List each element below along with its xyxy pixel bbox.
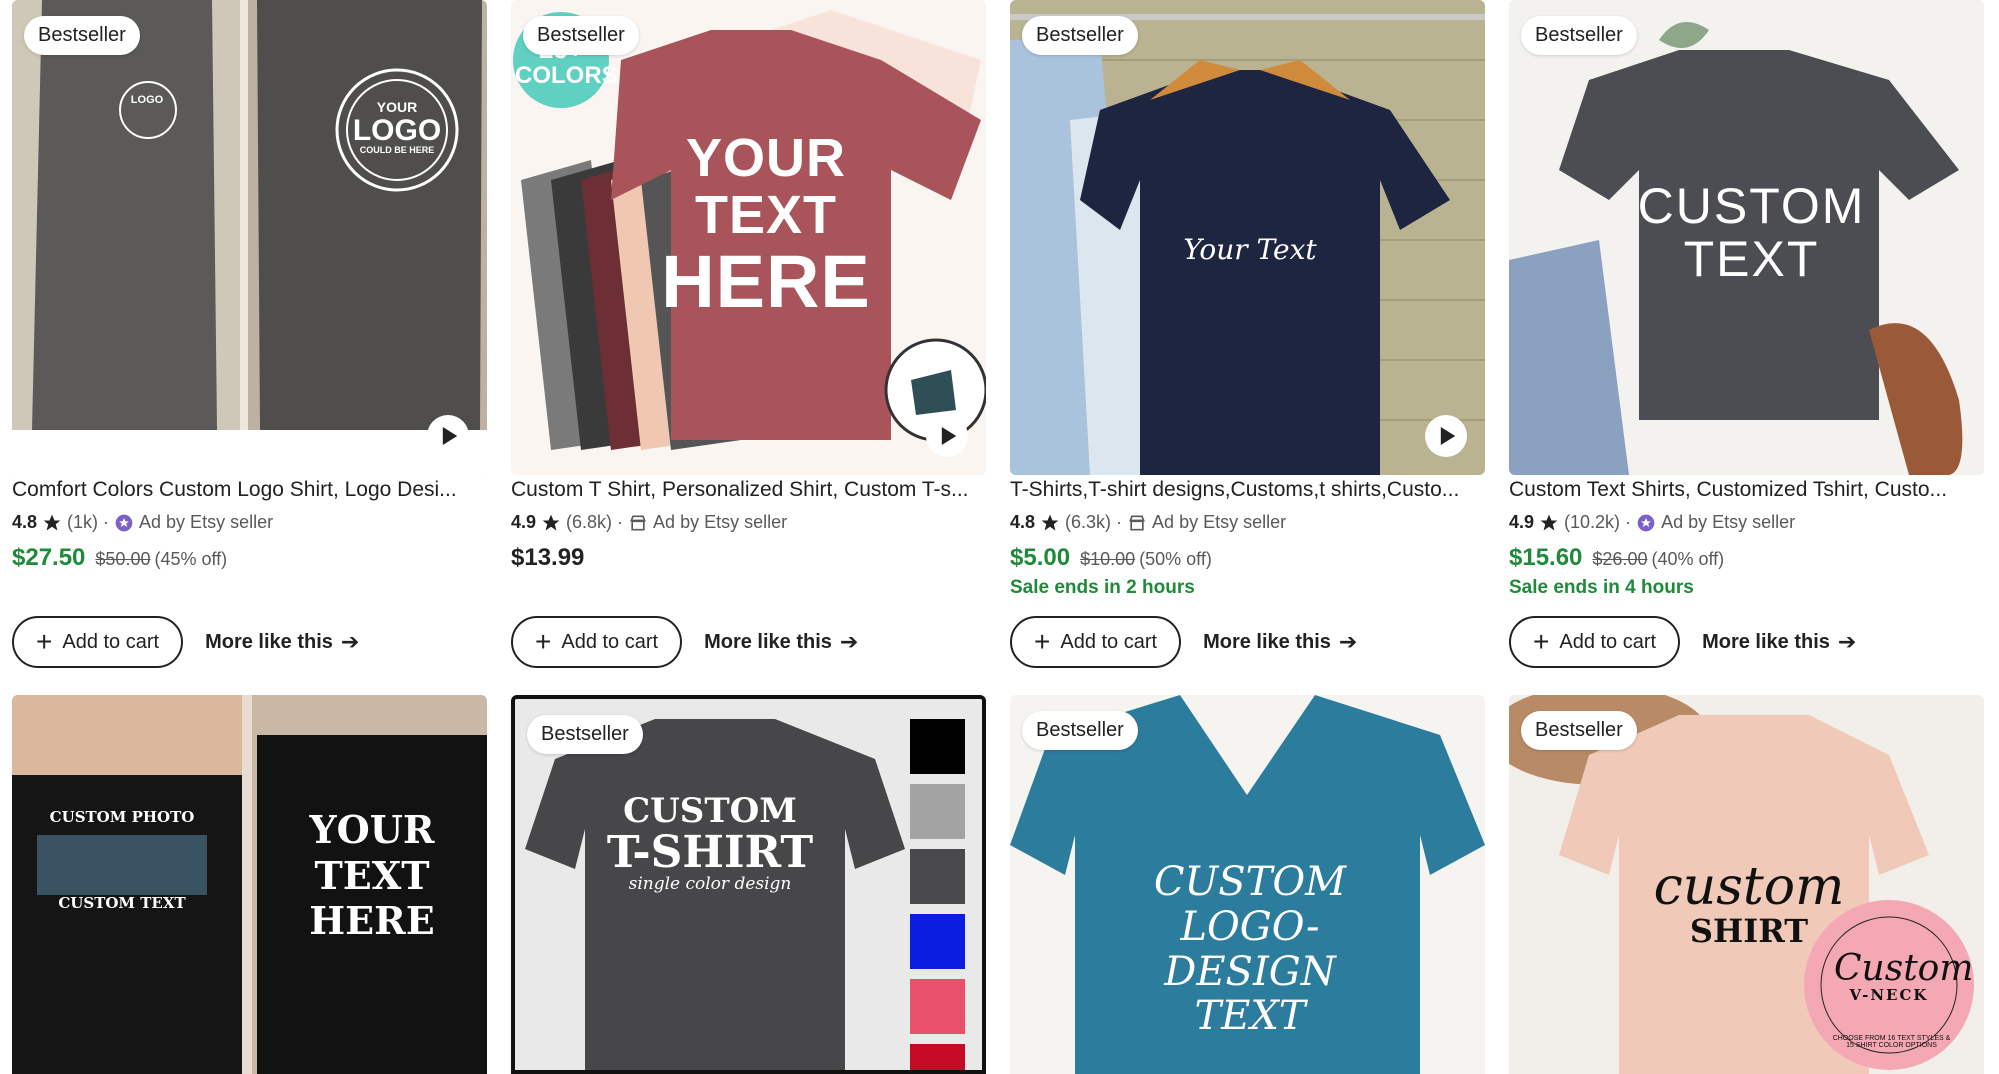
listing-image[interactable]: custom SHIRT Custom V-NECK CHOOSE FROM 1… xyxy=(1509,695,1984,1074)
listing-image[interactable]: CUSTOM PHOTO CUSTOM TEXT YOUR TEXT HERE xyxy=(12,695,487,1074)
listing-image[interactable]: CUSTOM T-SHIRT single color design Bests… xyxy=(511,695,986,1074)
shirt-print-text: CUSTOM PHOTO CUSTOM TEXT xyxy=(49,808,195,912)
play-icon xyxy=(1440,427,1455,445)
shirt-print-text: custom SHIRT xyxy=(1653,857,1845,950)
shirt-print-text: YOUR TEXT HERE xyxy=(661,128,871,324)
play-video-button[interactable] xyxy=(427,415,469,457)
play-video-button[interactable] xyxy=(926,415,968,457)
listing-image[interactable]: CUSTOM LOGO- DESIGN TEXT Bestseller xyxy=(1010,695,1485,1074)
listing-card[interactable]: CUSTOM LOGO- DESIGN TEXT Bestseller xyxy=(1010,0,1485,1074)
shirt-print-text: LOGO xyxy=(130,94,164,106)
play-video-button[interactable] xyxy=(1425,415,1467,457)
shirt-print-text: YOUR TEXT HERE xyxy=(309,807,435,944)
bestseller-badge: Bestseller xyxy=(1521,16,1637,55)
bestseller-badge: Bestseller xyxy=(1521,711,1637,750)
bestseller-badge: Bestseller xyxy=(1022,711,1138,750)
shirt-print-text: Your Text xyxy=(1183,233,1317,266)
v-neck-sticker-text: Custom V-NECK xyxy=(1834,948,1974,1004)
shirt-print-text: CUSTOM T-SHIRT single color design xyxy=(606,791,814,894)
shirt-print-text: CUSTOM LOGO- DESIGN TEXT xyxy=(1153,859,1347,1040)
listing-card[interactable]: CUSTOM PHOTO CUSTOM TEXT YOUR TEXT HERE xyxy=(12,0,487,1074)
play-icon xyxy=(941,427,956,445)
shirt-print-text: CUSTOM TEXT xyxy=(1637,178,1866,287)
bestseller-badge: Bestseller xyxy=(24,16,140,55)
bestseller-badge: Bestseller xyxy=(527,715,643,754)
v-neck-sticker-caption: CHOOSE FROM 16 TEXT STYLES & 15 SHIRT CO… xyxy=(1832,1035,1951,1049)
play-icon xyxy=(442,427,457,445)
shirt-print-text: YOUR LOGO COULD BE HERE xyxy=(352,99,442,156)
bestseller-badge: Bestseller xyxy=(1022,16,1138,55)
listing-card[interactable]: custom SHIRT Custom V-NECK CHOOSE FROM 1… xyxy=(1509,0,1984,1074)
bestseller-badge: Bestseller xyxy=(523,16,639,55)
